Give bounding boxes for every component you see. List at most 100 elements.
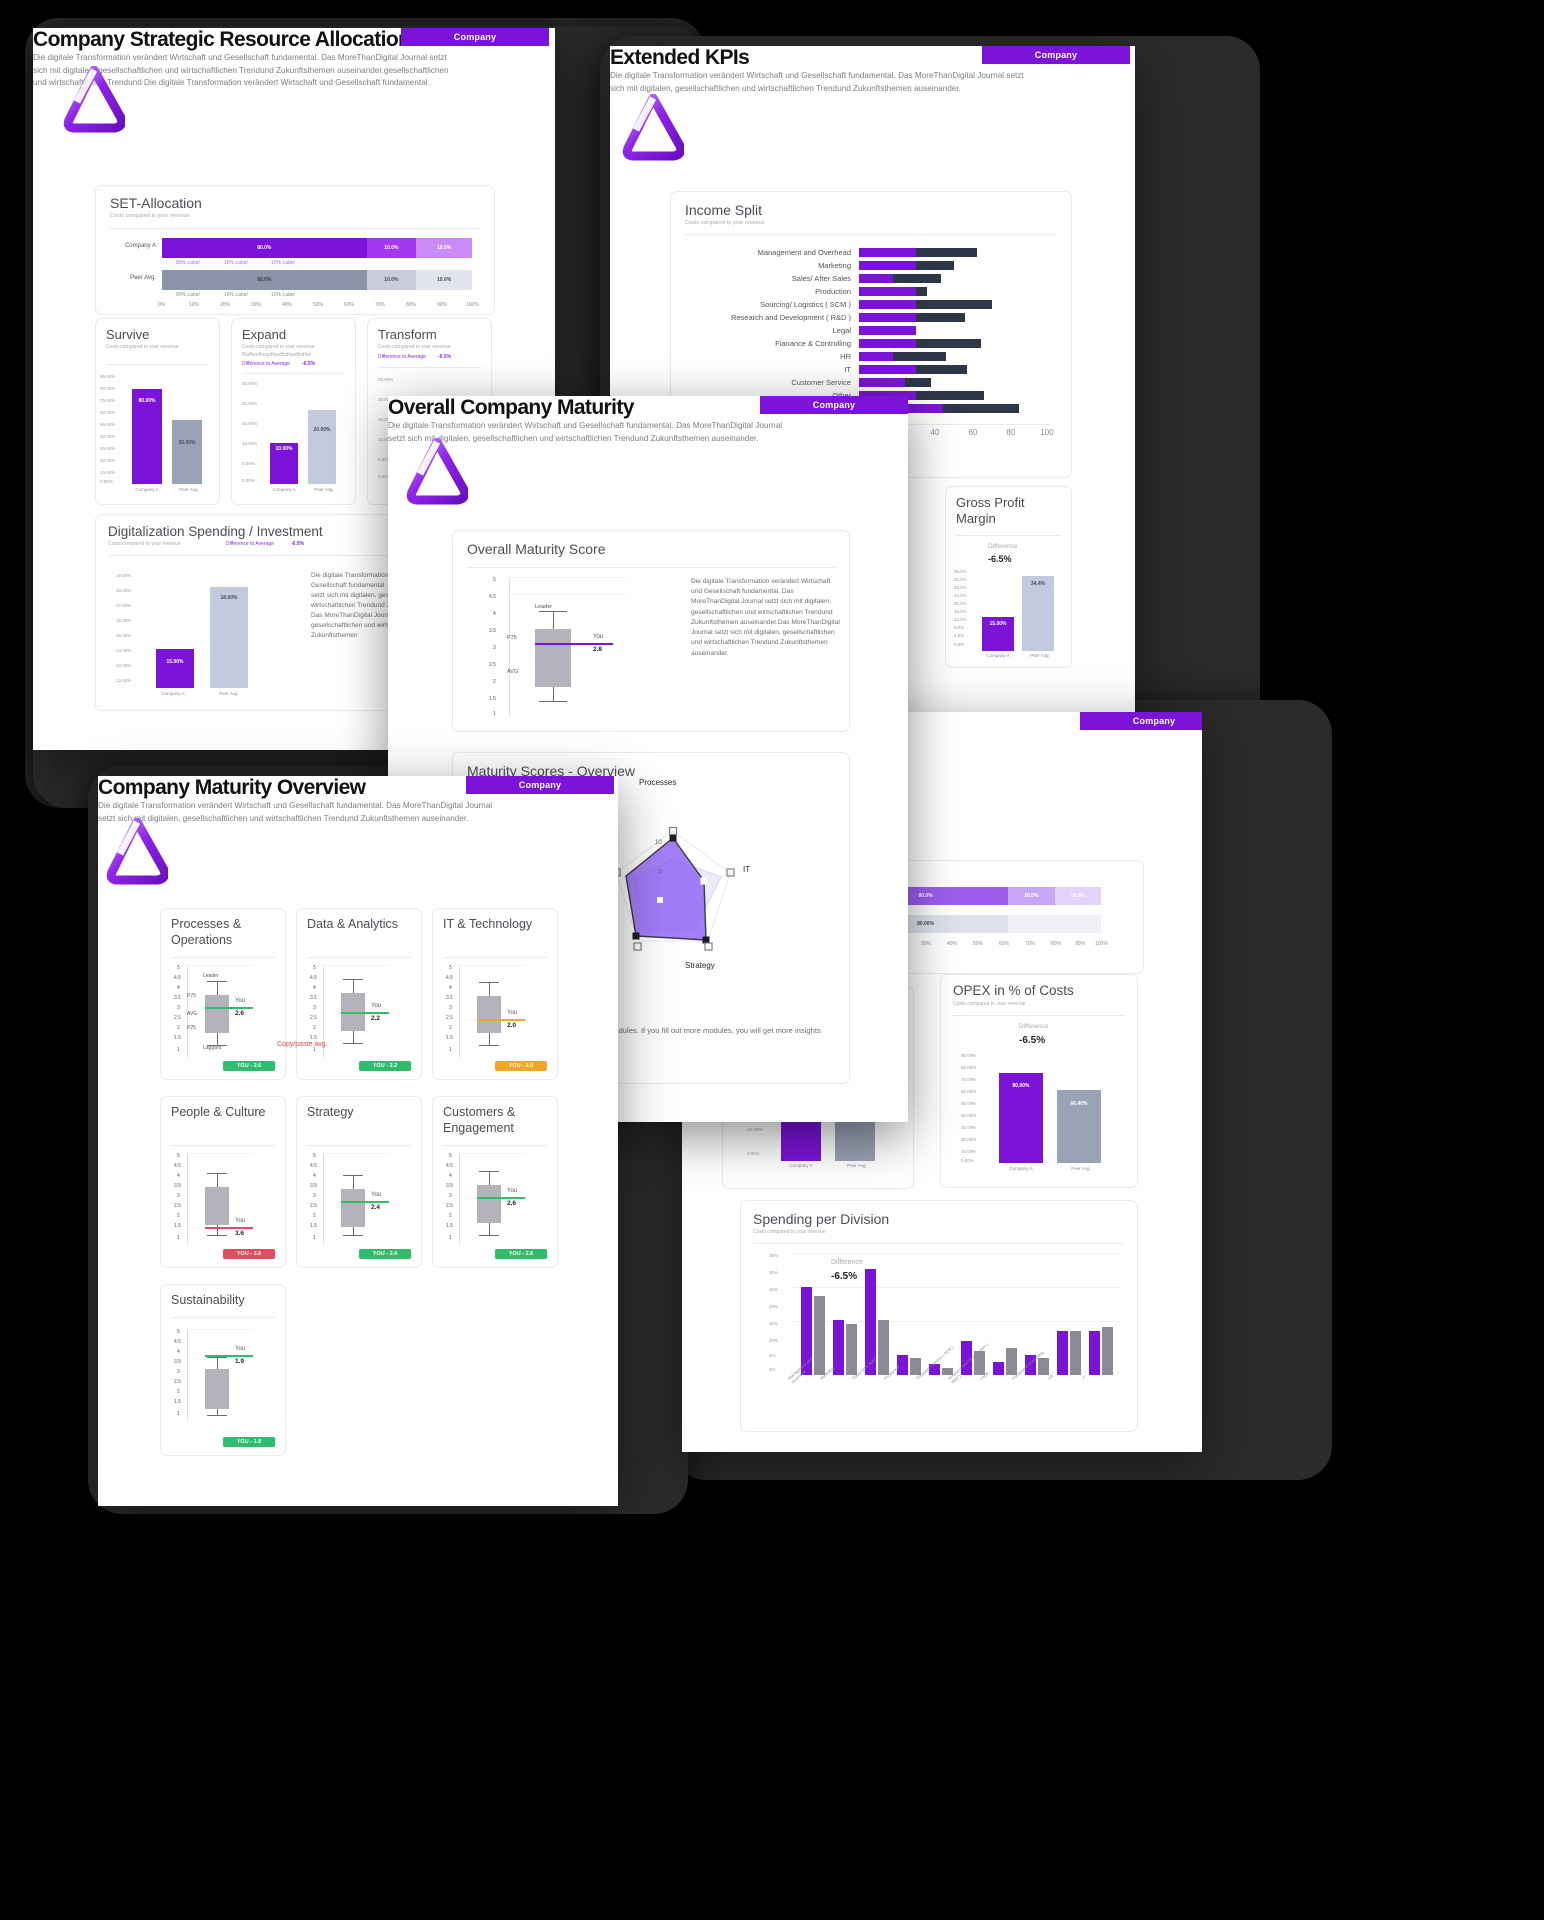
bar-label: Legal [832, 326, 851, 335]
y-tick: 3 [449, 1193, 452, 1199]
company-tag: Company [982, 46, 1130, 64]
y-tick: 16.0% [954, 609, 967, 614]
x-tick: Company A [789, 1163, 813, 1168]
y-tick: 2 [177, 1025, 180, 1031]
bar-you [859, 274, 894, 283]
x-tick: 100 [1040, 428, 1054, 437]
card-title: Gross Profit Margin [956, 495, 1025, 527]
chart-spending: 35% 30% 25% 20% 15% 10% 5% 0% Management… [769, 1253, 1121, 1384]
bar-value: 10.00% [275, 446, 293, 452]
y-tick: 4 [449, 1173, 452, 1179]
page-company-maturity-overview: Company Company Maturity Overview Die di… [98, 776, 618, 1506]
page-title: Company Strategic Resource Allocation [33, 28, 411, 51]
y-tick: 0.00% [747, 1151, 760, 1156]
y-tick: 4.0% [954, 633, 965, 638]
bar-peer [904, 378, 932, 387]
bar-you [859, 261, 916, 270]
bar-value: 15.00% [166, 659, 184, 665]
y-tick: 1.5 [174, 1399, 181, 1405]
y-tick: 4.5 [310, 1163, 317, 1169]
bar-segment: 10.0% [1008, 887, 1055, 905]
bar-row [859, 248, 1049, 257]
y-tick: 4 [177, 1173, 180, 1179]
y-tick: 35% [769, 1253, 779, 1258]
brand-logo-icon [63, 66, 125, 134]
card-data-analytics: Data & Analytics 5 4.5 4 3.5 3 2.5 2 1.5… [296, 908, 422, 1080]
y-tick: 2.5 [174, 1379, 181, 1385]
bar-label: Management and Overhead [757, 248, 851, 257]
card-subtitle: Costs compared to your revenue [242, 344, 315, 350]
y-tick: 80.00% [961, 1065, 977, 1070]
y-tick: 4.5 [174, 975, 181, 981]
boxplot-cap-top [343, 1175, 363, 1176]
y-tick: 80.00% [100, 386, 116, 391]
y-tick: 3 [177, 1005, 180, 1011]
card-subtitle: Costs compared to your revenue [753, 1229, 826, 1235]
bar-row [859, 261, 1049, 270]
x-tick: Peer Avg. [1071, 1166, 1091, 1171]
page-title: Company Maturity Overview [98, 776, 366, 799]
boxplot-whisker [353, 1175, 354, 1189]
y-tick: 2 [493, 679, 496, 685]
x-tick: 90% [437, 302, 448, 308]
bar-row [859, 287, 1049, 296]
difference-value: -6.5% [1019, 1035, 1046, 1046]
y-tick: 20% [769, 1304, 779, 1309]
card-processes-operations: Processes & Operations 5 4.5 4 3.5 3 2.5… [160, 908, 286, 1080]
card-title: Income Split [685, 202, 763, 218]
y-tick: 70.00% [100, 398, 116, 403]
boxplot-cap-bottom [479, 1045, 499, 1046]
bar-group [1089, 1256, 1115, 1375]
boxplot: 5 4.5 4 3.5 3 2.5 2 1.5 1 Leader P75 AVG [174, 965, 279, 1057]
y-tick: 60.00% [100, 410, 116, 415]
difference-label: Difference [988, 543, 1018, 550]
y-tick: 0.00% [100, 479, 113, 484]
status-badge: YOU - 1.9 [223, 1437, 275, 1447]
y-tick: 5 [449, 1153, 452, 1159]
bar-row [859, 274, 1049, 283]
y-tick: 5.00% [242, 461, 255, 466]
you-marker-line [205, 1007, 253, 1009]
bar-row-label: Company A [124, 243, 156, 249]
y-tick: 4 [313, 1173, 316, 1179]
you-value: 2.0 [507, 1022, 517, 1029]
x-tick: 30% [921, 941, 932, 947]
y-tick: 15% [769, 1321, 779, 1326]
bar-peer [1070, 1330, 1081, 1375]
y-tick: 3 [493, 645, 496, 651]
y-tick: 4.5 [174, 1163, 181, 1169]
you-marker-line [341, 1012, 389, 1014]
y-tick: 5 [177, 1153, 180, 1159]
y-tick: 4 [313, 985, 316, 991]
page-title: Overall Company Maturity [388, 396, 634, 419]
y-tick: 20.00% [100, 458, 116, 463]
y-tick: 3 [449, 1005, 452, 1011]
card-title: Spending per Division [753, 1211, 890, 1227]
bar-peer [893, 352, 947, 361]
boxplot-whisker-low [353, 1227, 354, 1235]
marker-p75: P75 [507, 635, 517, 641]
bar-value: 20.00% [313, 427, 331, 433]
bar-segment: 80.0% [162, 238, 367, 258]
marker-avg: AVG [187, 1011, 198, 1017]
you-value: 3.6 [235, 1230, 245, 1237]
card-title: Expand [242, 327, 287, 342]
bar-segment: 10.0% [366, 238, 417, 258]
y-tick: 10.00% [747, 1127, 763, 1132]
card-sustainability: Sustainability 5 4.5 4 3.5 3 2.5 2 1.5 1 [160, 1284, 286, 1456]
y-tick: 3.5 [489, 628, 496, 634]
you-value: 2.4 [371, 1204, 381, 1211]
you-marker-line [205, 1227, 253, 1229]
boxplot-cap-top [479, 982, 499, 983]
marker-avg: AVG [507, 669, 519, 675]
card-title: SET-Allocation [110, 195, 202, 211]
you-value: 2.2 [371, 1015, 381, 1022]
y-tick: 5 [493, 577, 496, 583]
boxplot-whisker [353, 979, 354, 993]
y-tick: 19.50% [116, 573, 132, 578]
card-subtitle: Costs compared to your revenue [953, 1001, 1026, 1007]
y-tick: 2.5 [446, 1203, 453, 1209]
brand-logo-icon [406, 438, 468, 506]
x-tick: 50% [973, 941, 984, 947]
y-tick: 30% [769, 1270, 779, 1275]
